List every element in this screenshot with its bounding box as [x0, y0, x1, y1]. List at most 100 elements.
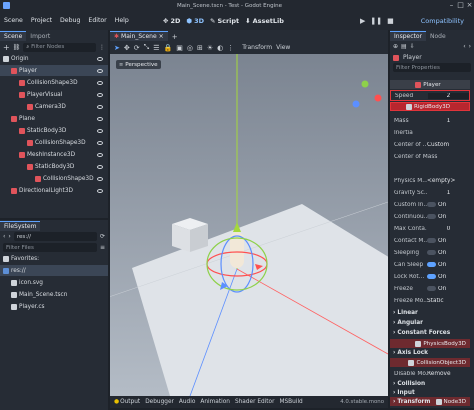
workspace-script-button[interactable]: ✎ Script	[207, 17, 242, 25]
freeze-mode-property[interactable]: Freeze Mo... Static	[390, 295, 470, 306]
back-icon[interactable]: ‹	[3, 233, 5, 240]
mass-property[interactable]: Mass 1	[390, 115, 470, 126]
scene-tree-node[interactable]: Camera3D	[0, 101, 108, 112]
menu-scene[interactable]: Scene	[0, 17, 27, 24]
list-tool-icon[interactable]: ☰	[153, 44, 159, 52]
close-icon[interactable]: ×	[465, 1, 474, 10]
tab-scene[interactable]: Scene	[0, 31, 27, 41]
add-node-icon[interactable]: +	[3, 43, 10, 52]
tab-main-scene[interactable]: ✱ Main_Scene ×	[110, 31, 168, 41]
sleeping-toggle[interactable]	[427, 249, 436, 255]
tab-inspector[interactable]: Inspector	[390, 31, 426, 41]
workspace-assetlib-button[interactable]: ⬇ AssetLib	[242, 17, 287, 25]
visibility-eye-icon[interactable]	[97, 80, 103, 85]
scene-tree-node[interactable]: Origin	[0, 53, 108, 64]
file-tree-item[interactable]: Main_Scene.tscn	[0, 289, 108, 300]
tab-audio[interactable]: Audio	[179, 399, 195, 405]
contact-monitor-property[interactable]: Contact M... On	[390, 235, 470, 246]
menu-help[interactable]: Help	[111, 17, 133, 24]
scene-tree-node[interactable]: Player	[0, 65, 108, 76]
view-menu[interactable]: View	[276, 44, 290, 51]
gravity-scale-property[interactable]: Gravity Sc... 1	[390, 187, 470, 198]
tab-node[interactable]: Node	[426, 32, 450, 41]
pause-icon[interactable]: ❚❚	[370, 17, 382, 25]
forward-icon[interactable]: ›	[8, 233, 10, 240]
inertia-property[interactable]: Inertia	[390, 127, 470, 138]
open-folder-icon[interactable]: ▤	[401, 43, 407, 50]
visibility-eye-icon[interactable]	[97, 128, 103, 133]
section-linear[interactable]: › Linear	[390, 308, 470, 318]
visibility-eye-icon[interactable]	[97, 116, 103, 121]
tab-debugger[interactable]: Debugger	[145, 399, 174, 405]
visibility-eye-icon[interactable]	[97, 104, 103, 109]
custom-toggle[interactable]	[427, 201, 436, 207]
more-icon[interactable]: ⋮	[227, 44, 234, 52]
sleeping-property[interactable]: Sleeping On	[390, 247, 470, 258]
lock-rotation-toggle[interactable]	[427, 273, 436, 279]
filter-files-input[interactable]: Filter Files	[3, 243, 97, 252]
visibility-eye-icon[interactable]	[97, 164, 103, 169]
can-sleep-property[interactable]: Can Sleep On	[390, 259, 470, 270]
sun-icon[interactable]: ☀	[207, 44, 213, 52]
path-field[interactable]: res://	[13, 232, 97, 241]
scale-tool-icon[interactable]: ⤡	[144, 43, 150, 52]
renderer-select[interactable]: Compatibility	[421, 17, 464, 25]
scene-tree-node[interactable]: CollisionShape3D	[0, 173, 108, 184]
menu-editor[interactable]: Editor	[84, 17, 110, 24]
minimize-icon[interactable]: –	[447, 1, 456, 10]
stop-icon[interactable]: ■	[387, 17, 394, 25]
contact-toggle[interactable]	[427, 237, 436, 243]
history-forward-icon[interactable]: ›	[469, 43, 471, 50]
max-contacts-property[interactable]: Max Conta... 0	[390, 223, 470, 234]
menu-project[interactable]: Project	[27, 17, 56, 24]
disable-mode-property[interactable]: Disable Mo...Remove	[390, 368, 470, 379]
3d-viewport[interactable]	[110, 54, 388, 396]
local-space-icon[interactable]: ◎	[187, 44, 193, 52]
scene-tree-node[interactable]: StaticBody3D	[0, 125, 108, 136]
move-tool-icon[interactable]: ✥	[124, 44, 130, 52]
visibility-eye-icon[interactable]	[97, 152, 103, 157]
perspective-button[interactable]: ≡ Perspective	[116, 60, 161, 69]
visibility-eye-icon[interactable]	[97, 140, 103, 145]
snap-icon[interactable]: ⊞	[197, 44, 203, 52]
menu-debug[interactable]: Debug	[56, 17, 84, 24]
center-mode-property[interactable]: Center of ... Custom	[390, 139, 470, 150]
visibility-eye-icon[interactable]	[97, 188, 103, 193]
lock-icon[interactable]: 🔒	[164, 44, 173, 52]
can-sleep-toggle[interactable]	[427, 261, 436, 267]
save-icon[interactable]: ⇩	[410, 43, 415, 50]
scene-tree-node[interactable]: CollisionShape3D	[0, 77, 108, 88]
group-icon[interactable]: ▣	[176, 44, 183, 52]
scene-tree-node[interactable]: MeshInstance3D	[0, 149, 108, 160]
maximize-icon[interactable]: □	[456, 1, 465, 10]
transform-menu[interactable]: Transform	[242, 44, 272, 51]
visibility-eye-icon[interactable]	[97, 68, 103, 73]
workspace-2d-button[interactable]: ✥ 2D	[160, 17, 183, 25]
link-icon[interactable]: ⛓	[13, 44, 21, 51]
continuous-cd-property[interactable]: Continuou... On	[390, 211, 470, 222]
file-tree-item[interactable]: Player.cs	[0, 301, 108, 312]
freeze-toggle[interactable]	[427, 285, 436, 291]
history-back-icon[interactable]: ‹	[463, 43, 465, 50]
center-of-mass-property[interactable]: Center of Mass	[390, 151, 470, 162]
tab-shader-editor[interactable]: Shader Editor	[235, 399, 275, 405]
section-axis-lock[interactable]: › Axis Lock	[390, 348, 470, 358]
custom-integrator-property[interactable]: Custom In... On	[390, 199, 470, 210]
new-resource-icon[interactable]: ⊕	[393, 43, 398, 50]
scene-tree-node[interactable]: Plane	[0, 113, 108, 124]
scene-tree-node[interactable]: PlayerVisual	[0, 89, 108, 100]
filter-options-icon[interactable]: ⋮	[99, 44, 105, 51]
tab-animation[interactable]: Animation	[200, 399, 230, 405]
filter-properties-input[interactable]: Filter Properties	[393, 63, 471, 72]
scene-tree-node[interactable]: CollisionShape3D	[0, 137, 108, 148]
tab-output[interactable]: ● Output	[114, 399, 140, 405]
visibility-eye-icon[interactable]	[97, 56, 103, 61]
lock-rotation-property[interactable]: Lock Rot... On	[390, 271, 470, 282]
visibility-eye-icon[interactable]	[97, 92, 103, 97]
add-tab-icon[interactable]: +	[172, 33, 178, 41]
freeze-property[interactable]: Freeze On	[390, 283, 470, 294]
file-tree-item[interactable]: res://	[0, 265, 108, 276]
filter-nodes-input[interactable]: ⌕ Filter Nodes	[23, 42, 96, 52]
tab-msbuild[interactable]: MSBuild	[280, 399, 303, 405]
file-tree-item[interactable]: Favorites:	[0, 253, 108, 264]
